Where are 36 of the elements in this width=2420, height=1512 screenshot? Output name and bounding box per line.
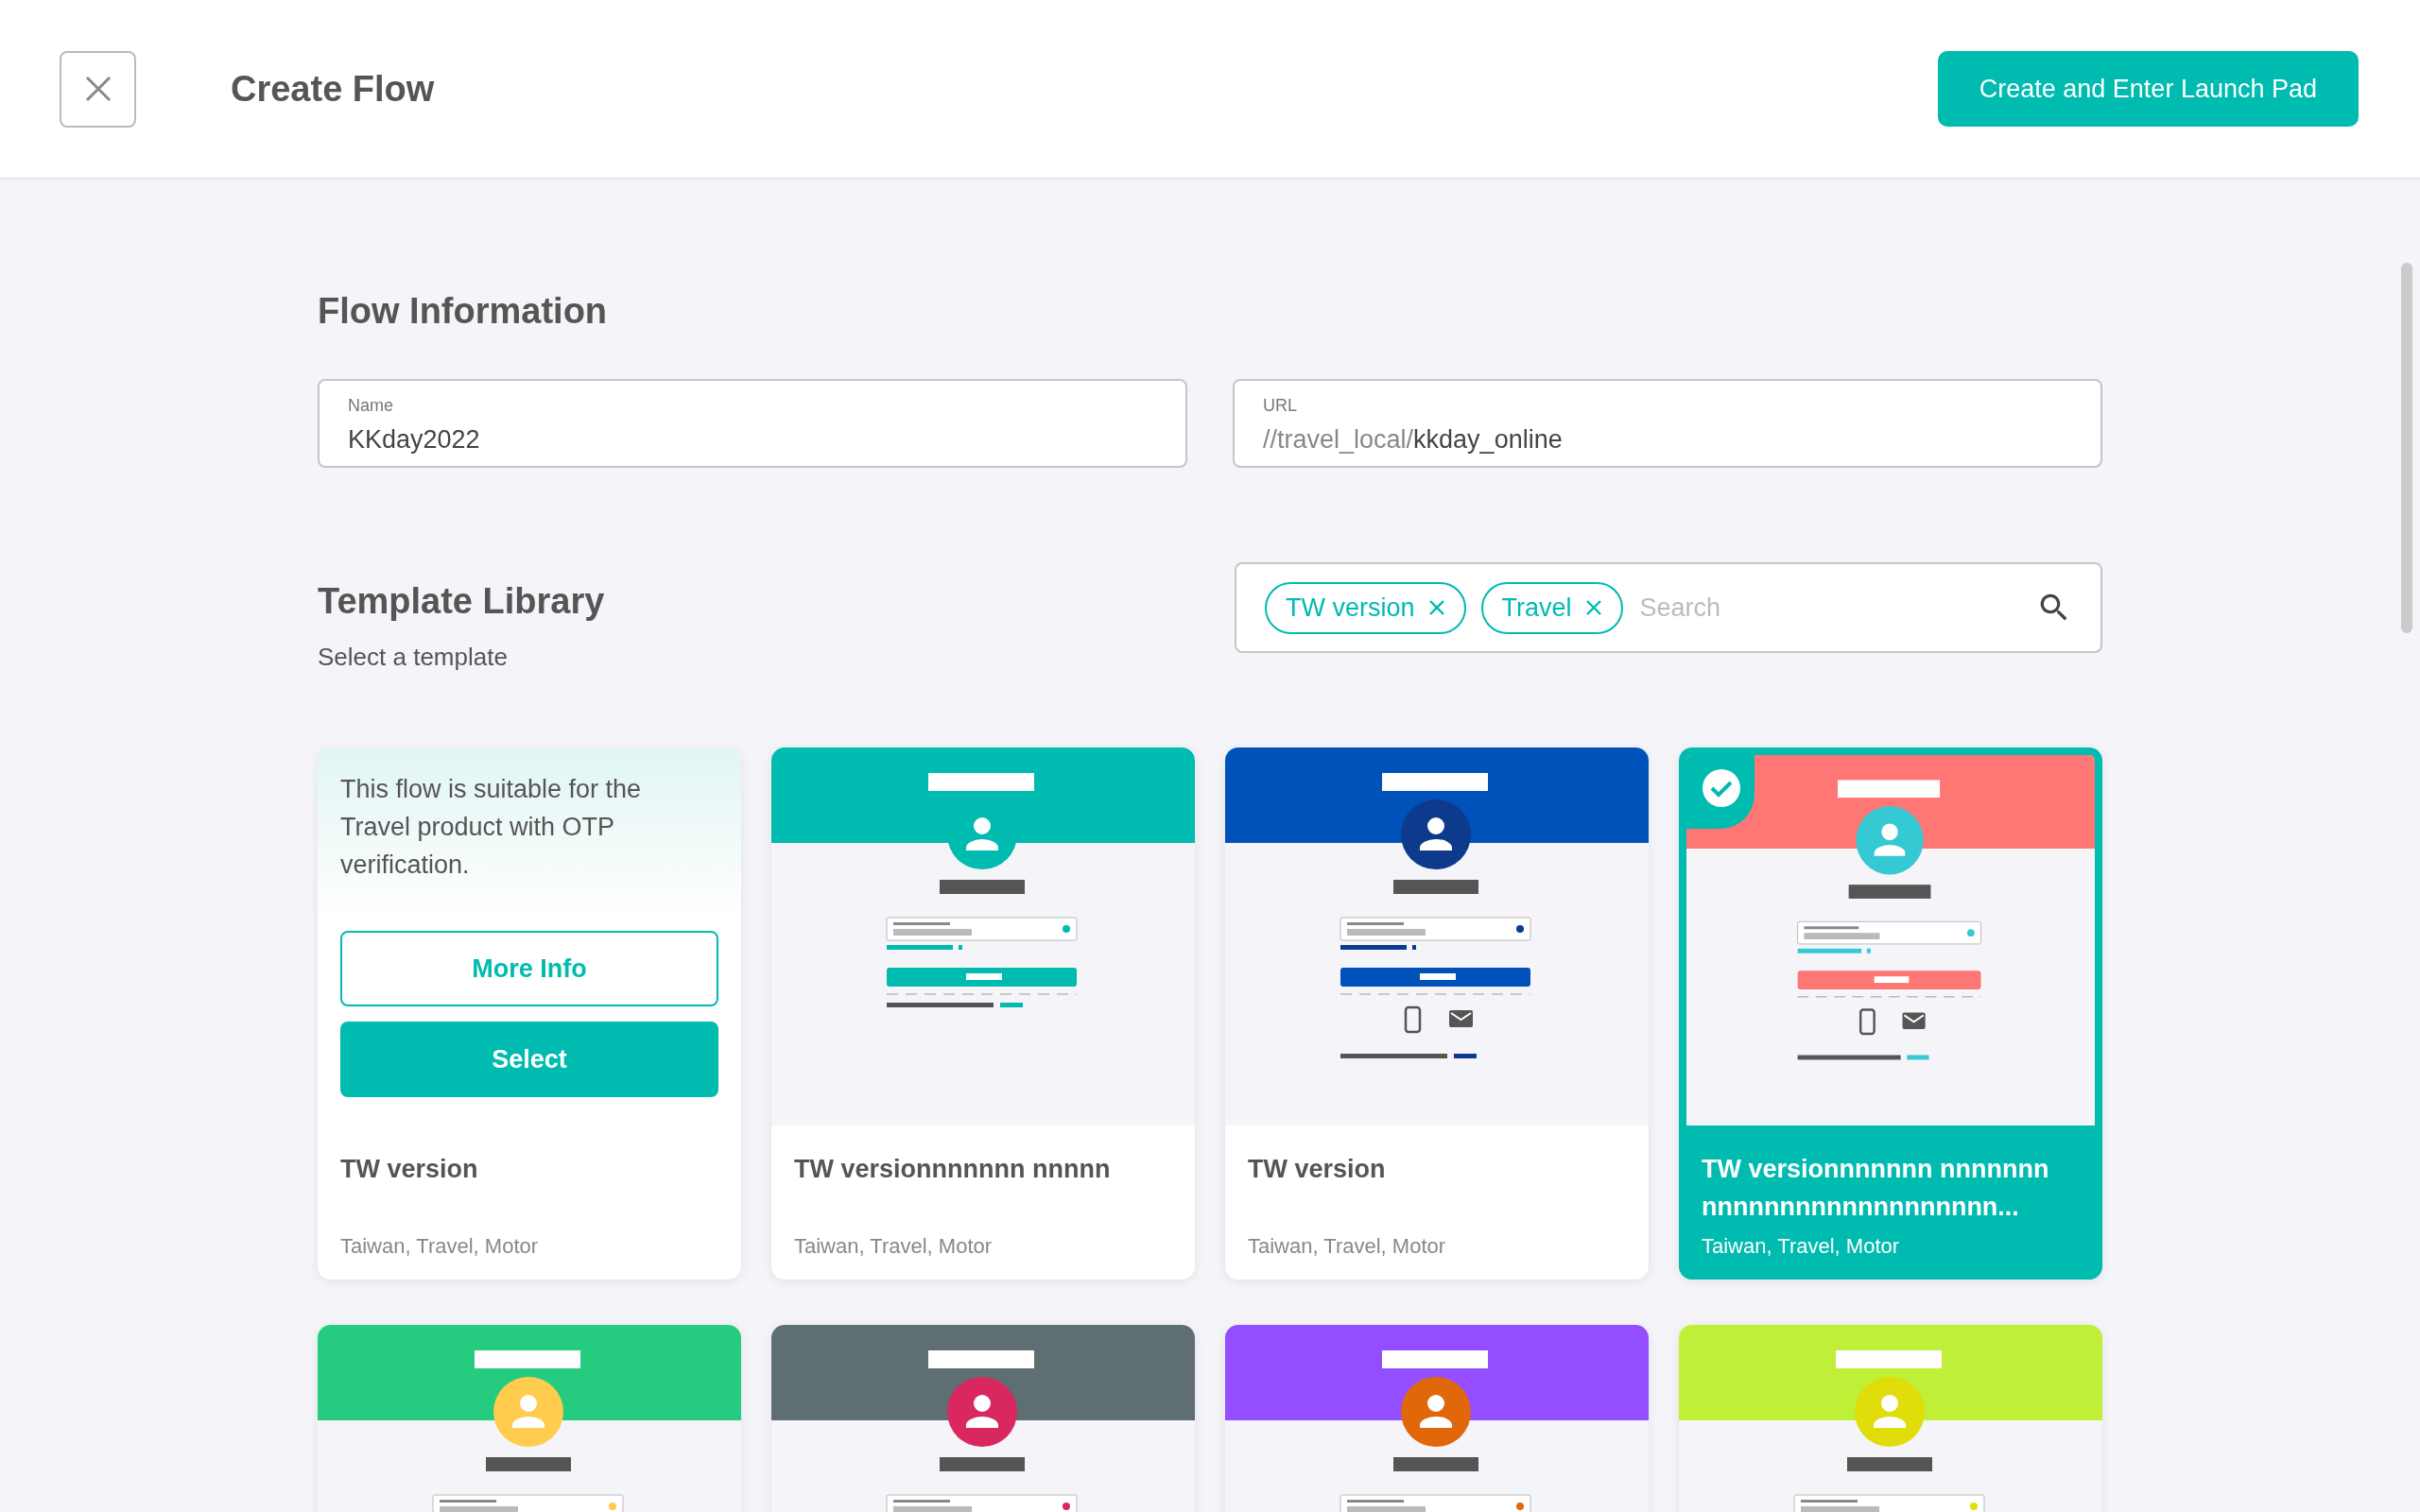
filter-chip[interactable]: Travel bbox=[1480, 581, 1623, 634]
template-title: TW versionnnnnnn nnnnn bbox=[794, 1154, 1112, 1185]
template-title: TW version bbox=[1248, 1154, 1387, 1185]
filter-chip[interactable]: TW version bbox=[1265, 581, 1466, 634]
template-title: TW version bbox=[340, 1154, 479, 1185]
template-description: This flow is suitable for the Travel product with OTP verification. bbox=[340, 774, 643, 881]
close-icon[interactable] bbox=[1584, 599, 1602, 616]
template-title: TW versionnnnnnn nnnnnnn nnnnnnnnnnnnnnnnnnn... bbox=[1702, 1154, 2050, 1223]
template-card[interactable]: TW versionnnnnnn nnnnnnn nnnnnnnnnnnnnnnnnnn... Taiwan, Travel, Motor bbox=[1679, 747, 2102, 1280]
template-card[interactable]: TW versionnnnnnn nnnnn Taiwan, Travel, Motor bbox=[771, 747, 1195, 1280]
name-field[interactable]: Name KKday2022 bbox=[318, 379, 1187, 468]
field-value: kkday_online bbox=[1413, 425, 1563, 455]
search-field[interactable]: TW version Travel Search bbox=[1235, 562, 2102, 653]
url-prefix: //travel_local/ bbox=[1263, 425, 1414, 455]
select-button[interactable]: Select bbox=[340, 1022, 718, 1097]
create-button[interactable]: Create and Enter Launch Pad bbox=[1937, 51, 2359, 127]
field-label: Name bbox=[348, 396, 393, 416]
section-heading: Flow Information bbox=[318, 291, 609, 332]
field-label: URL bbox=[1263, 396, 1297, 416]
close-icon bbox=[83, 75, 112, 103]
check-icon bbox=[1702, 768, 1741, 808]
more-info-button[interactable]: More Info bbox=[340, 931, 718, 1006]
field-value: KKday2022 bbox=[348, 425, 480, 455]
scrollbar[interactable] bbox=[2401, 263, 2412, 633]
template-tags: Taiwan, Travel, Motor bbox=[340, 1234, 718, 1259]
template-card[interactable]: TW version Taiwan, Travel, Motor bbox=[1225, 747, 1649, 1280]
page-title: Create Flow bbox=[231, 68, 435, 110]
section-heading: Template Library bbox=[318, 581, 605, 622]
template-tags: Taiwan, Travel, Motor bbox=[1702, 1234, 2080, 1259]
template-tags: Taiwan, Travel, Motor bbox=[1248, 1234, 1626, 1259]
url-field[interactable]: URL //travel_local/kkday_online bbox=[1233, 379, 2102, 468]
template-card[interactable]: This flow is suitable for the Travel product with OTP verification. More Info Select TW version Taiwan, Travel, Motor bbox=[318, 747, 741, 1280]
close-icon[interactable] bbox=[1427, 599, 1445, 616]
template-tags: Taiwan, Travel, Motor bbox=[794, 1234, 1172, 1259]
section-subheading: Select a template bbox=[318, 643, 509, 672]
close-button[interactable] bbox=[60, 50, 136, 128]
